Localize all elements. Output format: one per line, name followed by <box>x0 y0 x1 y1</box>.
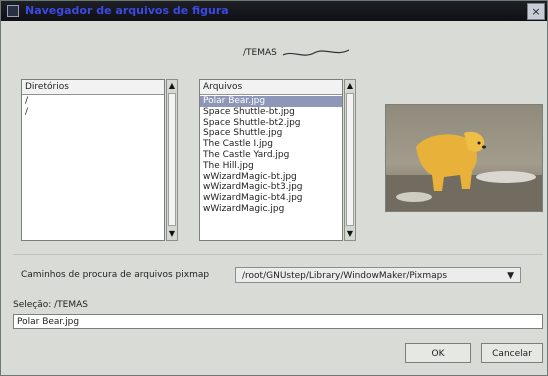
list-item[interactable]: The Castle Yard.jpg <box>200 150 342 161</box>
files-list[interactable]: Arquivos Polar Bear.jpg Space Shuttle-bt.… <box>199 79 343 241</box>
list-item[interactable]: wWizardMagic-bt.jpg <box>200 172 342 183</box>
current-path-label: /TEMAS <box>243 48 277 58</box>
files-items: Polar Bear.jpg Space Shuttle-bt.jpg Space … <box>200 96 342 215</box>
list-item[interactable]: Polar Bear.jpg <box>200 96 342 107</box>
directories-scroll-thumb[interactable] <box>168 93 176 226</box>
scroll-down-icon[interactable]: ▼ <box>345 229 355 239</box>
list-item[interactable]: / <box>22 96 164 107</box>
section-divider <box>13 254 543 255</box>
path-scribble-icon <box>282 49 350 56</box>
list-item[interactable]: The Hill.jpg <box>200 161 342 172</box>
image-preview <box>385 104 543 212</box>
close-icon[interactable]: × <box>527 3 545 20</box>
directories-scrollbar[interactable]: ▲ ▼ <box>166 79 178 241</box>
files-header: Arquivos <box>200 80 342 95</box>
list-item[interactable]: / <box>22 107 164 118</box>
chevron-down-icon[interactable]: ▼ <box>507 268 514 284</box>
list-item[interactable]: wWizardMagic-bt3.jpg <box>200 182 342 193</box>
directories-list[interactable]: Diretórios / / <box>21 79 165 241</box>
file-browser-window: Navegador de arquivos de figura × /TEMAS… <box>0 0 548 376</box>
pixmap-paths-value: /root/GNUstep/Library/WindowMaker/Pixmap… <box>242 271 448 281</box>
scroll-up-icon[interactable]: ▲ <box>167 81 177 91</box>
directories-items: / / <box>22 96 164 118</box>
list-item[interactable]: Space Shuttle-bt2.jpg <box>200 118 342 129</box>
polar-bear-preview-image <box>386 105 542 211</box>
list-item[interactable]: wWizardMagic.jpg <box>200 204 342 215</box>
directories-header: Diretórios <box>22 80 164 95</box>
pixmap-paths-select[interactable]: /root/GNUstep/Library/WindowMaker/Pixmap… <box>235 267 521 283</box>
list-item[interactable]: Space Shuttle.jpg <box>200 128 342 139</box>
list-item[interactable]: wWizardMagic-bt4.jpg <box>200 193 342 204</box>
selection-input[interactable]: Polar Bear.jpg <box>13 314 543 329</box>
files-scroll-thumb[interactable] <box>346 93 354 226</box>
window-menu-icon[interactable] <box>7 5 19 17</box>
files-scrollbar[interactable]: ▲ ▼ <box>344 79 356 241</box>
list-item[interactable]: Space Shuttle-bt.jpg <box>200 107 342 118</box>
pixmap-paths-label: Caminhos de procura de arquivos pixmap <box>21 270 210 280</box>
scroll-down-icon[interactable]: ▼ <box>167 229 177 239</box>
ok-button[interactable]: OK <box>405 343 471 363</box>
list-item[interactable]: The Castle I.jpg <box>200 139 342 150</box>
scroll-up-icon[interactable]: ▲ <box>345 81 355 91</box>
cancel-button[interactable]: Cancelar <box>481 343 543 363</box>
title-bar[interactable]: Navegador de arquivos de figura × <box>1 1 547 21</box>
selection-label: Seleção: /TEMAS <box>13 300 89 310</box>
window-title: Navegador de arquivos de figura <box>25 4 229 17</box>
